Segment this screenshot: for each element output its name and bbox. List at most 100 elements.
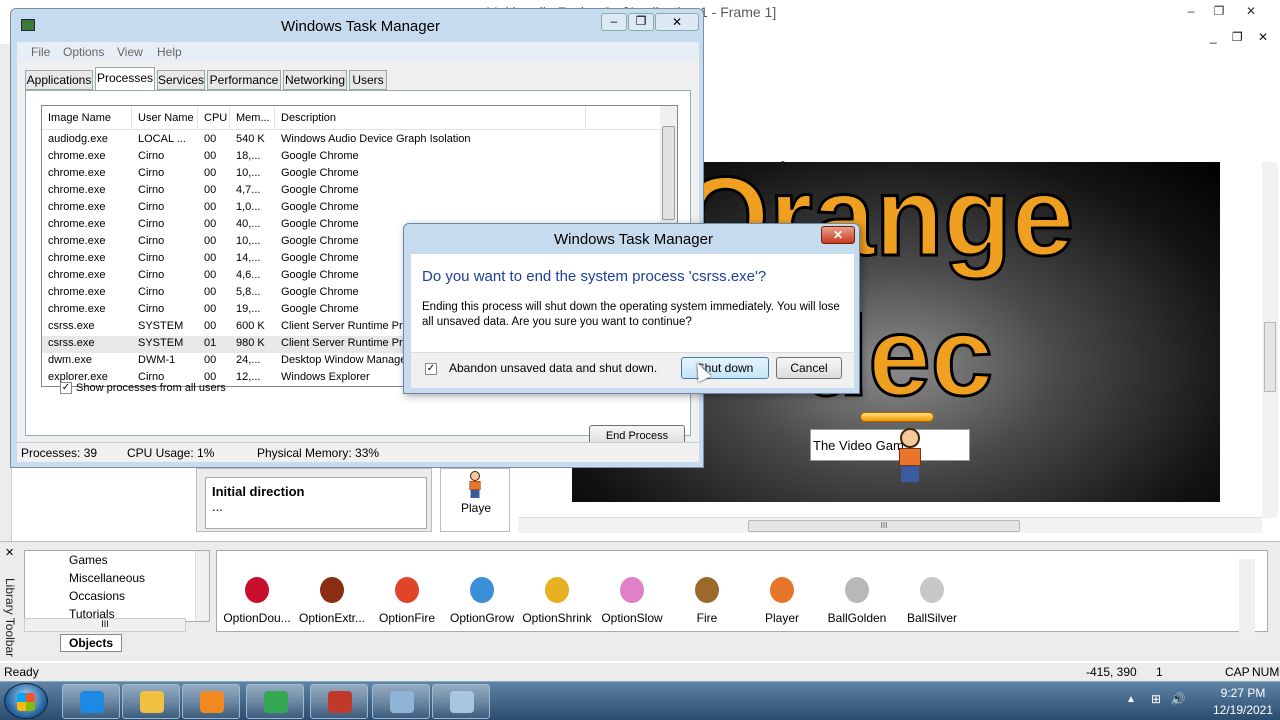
property-row[interactable]: Initial direction ...: [205, 477, 427, 529]
mmf-minimize-button[interactable]: –: [1178, 2, 1204, 20]
windows-taskbar: ▲ ⊞ 🔊 9:27 PM 12/19/2021: [0, 681, 1280, 720]
mdi-window-controls[interactable]: _ ❐ ✕: [1210, 30, 1274, 44]
status-frame-number: 1: [1156, 665, 1163, 679]
library-tree[interactable]: Games Miscellaneous Occasions Tutorials: [24, 550, 210, 622]
property-value[interactable]: ...: [212, 499, 420, 514]
network-icon[interactable]: ⊞: [1148, 692, 1164, 708]
row-image-name: chrome.exe: [48, 286, 106, 298]
tray-expand-icon[interactable]: ▲: [1126, 694, 1136, 705]
tab-objects[interactable]: Objects: [60, 634, 122, 652]
row-image-name: chrome.exe: [48, 201, 106, 213]
taskbar-app-icon: [450, 691, 474, 713]
tab-users[interactable]: Users: [349, 70, 387, 90]
row-memory: 10,...: [236, 235, 261, 247]
menu-help[interactable]: Help: [157, 45, 182, 59]
taskbar-app-button[interactable]: [62, 684, 120, 719]
start-button[interactable]: [4, 683, 48, 719]
tree-item-occasions[interactable]: Occasions: [69, 589, 125, 603]
minimize-button[interactable]: –: [601, 13, 627, 31]
taskbar-app-button[interactable]: [246, 684, 304, 719]
library-object-label: OptionSlow: [601, 611, 663, 625]
editor-vscroll-thumb[interactable]: [1264, 322, 1276, 392]
row-memory: 600 K: [236, 320, 265, 332]
menu-options[interactable]: Options: [63, 45, 104, 59]
library-object[interactable]: OptionShrink: [517, 557, 597, 625]
column-image-name[interactable]: Image Name: [42, 106, 132, 130]
editor-scroll-thumb[interactable]: III: [748, 520, 1020, 532]
process-row[interactable]: chrome.exe Cirno 00 18,... Google Chrome: [42, 149, 662, 166]
tab-applications[interactable]: Applications: [25, 70, 93, 90]
taskbar-app-icon: [80, 691, 104, 713]
mmf-close-button[interactable]: ✕: [1238, 2, 1264, 20]
show-all-processes-checkbox[interactable]: ✓ Show processes from all users: [60, 382, 226, 395]
process-row[interactable]: audiodg.exe LOCAL ... 00 540 K Windows Audio…: [42, 132, 662, 149]
taskbar-app-icon: [140, 691, 164, 713]
checkbox-checked[interactable]: ✓: [425, 362, 437, 375]
row-description: Google Chrome: [281, 184, 359, 196]
library-object[interactable]: OptionGrow: [442, 557, 522, 625]
close-button[interactable]: ✕: [655, 13, 699, 31]
object-thumbnail[interactable]: Playe: [440, 468, 510, 532]
taskbar-app-button[interactable]: [310, 684, 368, 719]
row-memory: 5,8...: [236, 286, 261, 298]
row-image-name: chrome.exe: [48, 303, 106, 315]
mmf-maximize-button[interactable]: ❐: [1206, 2, 1232, 20]
paddle-sprite[interactable]: [860, 412, 934, 422]
process-list-scroll-thumb[interactable]: [662, 126, 675, 220]
tab-performance[interactable]: Performance: [207, 70, 281, 90]
checkbox-checked[interactable]: ✓: [60, 382, 72, 395]
menu-view[interactable]: View: [117, 45, 143, 59]
tree-horizontal-scrollbar[interactable]: III: [24, 618, 186, 632]
process-row[interactable]: chrome.exe Cirno 00 10,... Google Chrome: [42, 166, 662, 183]
row-user-name: Cirno: [138, 218, 165, 230]
library-object[interactable]: Player: [742, 557, 822, 625]
clock-date[interactable]: 12/19/2021: [1206, 703, 1280, 717]
library-object[interactable]: OptionDou...: [217, 557, 297, 625]
library-object[interactable]: BallGolden: [817, 557, 897, 625]
library-object[interactable]: OptionExtr...: [292, 557, 372, 625]
editor-vertical-scrollbar[interactable]: [1262, 162, 1278, 518]
tab-networking[interactable]: Networking: [283, 70, 347, 90]
column-description[interactable]: Description: [275, 106, 586, 130]
close-icon[interactable]: ✕: [5, 546, 14, 559]
maximize-button[interactable]: ❐: [628, 13, 654, 31]
column-memory[interactable]: Mem...: [230, 106, 275, 130]
editor-horizontal-scrollbar[interactable]: III: [518, 517, 1262, 533]
object-thumbnail-label: Playe: [461, 501, 492, 515]
task-manager-titlebar[interactable]: Windows Task Manager – ❐ ✕: [11, 9, 703, 43]
tree-vertical-scrollbar[interactable]: [195, 551, 209, 621]
tab-processes[interactable]: Processes: [95, 67, 155, 91]
row-cpu: 00: [204, 201, 217, 213]
taskbar-app-button[interactable]: [432, 684, 490, 719]
row-user-name: Cirno: [138, 252, 165, 264]
row-image-name: dwm.exe: [48, 354, 93, 366]
taskbar-app-icon: [264, 691, 288, 713]
library-object[interactable]: OptionSlow: [592, 557, 672, 625]
library-object-label: OptionGrow: [449, 611, 515, 625]
column-user-name[interactable]: User Name: [132, 106, 198, 130]
tab-services[interactable]: Services: [157, 70, 205, 90]
player-sprite[interactable]: [894, 428, 924, 484]
library-vertical-scrollbar[interactable]: [1239, 559, 1255, 641]
cancel-button[interactable]: Cancel: [776, 357, 842, 379]
taskbar-app-button[interactable]: [122, 684, 180, 719]
row-memory: 12,...: [236, 371, 261, 383]
row-description: Google Chrome: [281, 150, 359, 162]
volume-icon[interactable]: 🔊: [1170, 692, 1186, 708]
menu-file[interactable]: File: [31, 45, 50, 59]
clock-time[interactable]: 9:27 PM: [1206, 686, 1280, 700]
column-cpu[interactable]: CPU: [198, 106, 230, 130]
tree-item-miscellaneous[interactable]: Miscellaneous: [69, 571, 145, 585]
library-object[interactable]: OptionFire: [367, 557, 447, 625]
library-object[interactable]: BallSilver: [892, 557, 972, 625]
library-object[interactable]: Fire: [667, 557, 747, 625]
video-game-text-object[interactable]: The Video Gam: [810, 429, 970, 461]
tree-item-games[interactable]: Games: [69, 553, 108, 567]
row-description: Google Chrome: [281, 201, 359, 213]
dialog-close-button[interactable]: ✕: [821, 226, 855, 244]
process-row[interactable]: chrome.exe Cirno 00 1,0... Google Chrome: [42, 200, 662, 217]
taskbar-app-button[interactable]: [182, 684, 240, 719]
process-row[interactable]: chrome.exe Cirno 00 4,7... Google Chrome: [42, 183, 662, 200]
abandon-data-checkbox[interactable]: ✓ Abandon unsaved data and shut down.: [425, 361, 657, 375]
taskbar-app-button[interactable]: [372, 684, 430, 719]
